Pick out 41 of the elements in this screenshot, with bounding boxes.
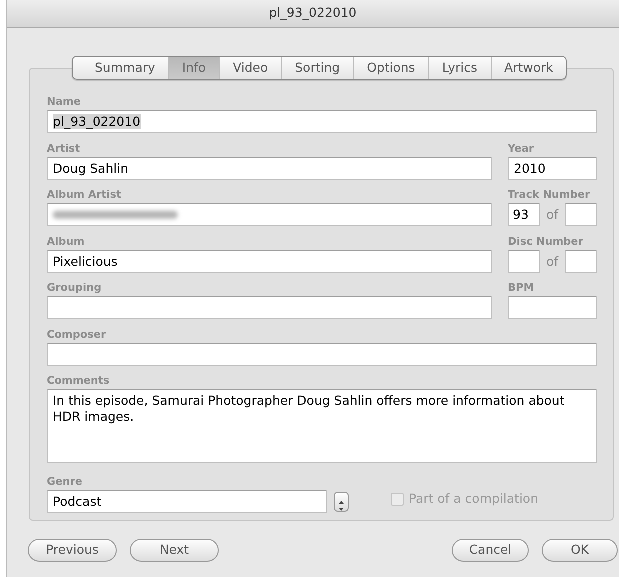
field-label: Album Artist xyxy=(47,188,123,202)
tab[interactable]: Artwork xyxy=(490,57,566,79)
tab[interactable]: Video xyxy=(219,57,282,79)
tab[interactable]: Summary xyxy=(73,57,168,79)
field-label: Grouping xyxy=(47,281,103,295)
text-field[interactable]: pl_93_022010 xyxy=(47,110,597,133)
field-label: Name xyxy=(47,95,82,109)
text-field[interactable]: Pixelicious xyxy=(47,250,492,272)
text-field[interactable] xyxy=(565,250,597,272)
text-field[interactable] xyxy=(47,296,492,319)
field-label: Composer xyxy=(47,328,108,342)
tab[interactable]: Lyrics xyxy=(428,57,491,79)
text-field[interactable] xyxy=(508,250,540,272)
window-title: pl_93_022010 xyxy=(269,4,357,22)
dialog-button[interactable]: Previous xyxy=(28,539,117,562)
genre-field[interactable]: Podcast xyxy=(47,490,327,513)
dialog-button[interactable]: Next xyxy=(130,539,219,562)
field-label: Comments xyxy=(47,374,111,388)
text-field[interactable]: 2010 xyxy=(508,156,597,180)
text-field[interactable] xyxy=(508,296,597,319)
stepper-control[interactable] xyxy=(334,492,349,512)
text-field[interactable]: 93 xyxy=(508,203,540,226)
of-label: of xyxy=(545,252,560,270)
text-field[interactable] xyxy=(47,203,492,226)
field-label: Artist xyxy=(47,142,82,156)
field-label: Track Number xyxy=(508,188,592,202)
checkbox-label: Part of a compilation xyxy=(409,490,538,508)
of-label: of xyxy=(545,206,560,224)
comments-field[interactable]: In this episode, Samurai Photographer Doug Sahlin offers more information about HDR images. xyxy=(47,389,597,463)
tab[interactable]: Sorting xyxy=(281,57,354,79)
field-label: Disc Number xyxy=(508,234,584,248)
tab[interactable]: Options xyxy=(353,57,428,79)
text-field[interactable] xyxy=(47,342,597,366)
dialog-button[interactable]: Cancel xyxy=(452,539,529,562)
field-label: Album xyxy=(47,234,86,248)
text-field[interactable] xyxy=(565,203,597,226)
text-field[interactable]: Doug Sahlin xyxy=(47,156,492,180)
dialog-button[interactable]: OK xyxy=(542,539,618,562)
field-label: Year xyxy=(508,142,536,156)
field-label: Genre xyxy=(47,475,84,489)
field-label: BPM xyxy=(508,281,536,295)
